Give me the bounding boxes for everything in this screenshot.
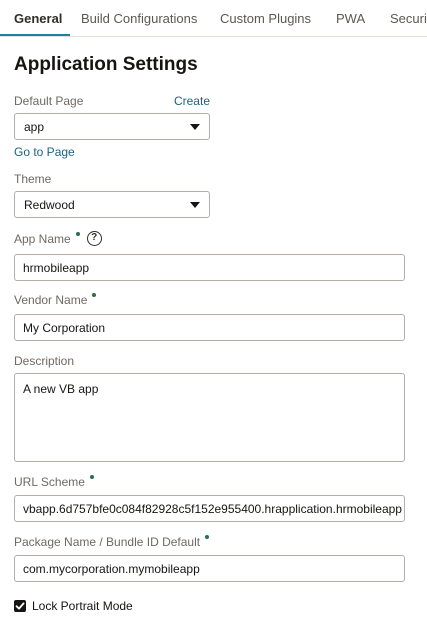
required-indicator-icon (89, 475, 94, 479)
url-scheme-value: vbapp.6d757bfe0c084f82928c5f152e955400.h… (23, 502, 402, 516)
url-scheme-input[interactable]: vbapp.6d757bfe0c084f82928c5f152e955400.h… (14, 495, 405, 522)
chevron-down-icon (190, 124, 200, 130)
description-value: A new VB app (23, 382, 99, 396)
package-name-label: Package Name / Bundle ID Default (14, 535, 210, 549)
checkmark-icon (15, 602, 25, 610)
app-name-label: App Name? (14, 230, 102, 246)
description-textarea[interactable]: A new VB app (14, 373, 405, 462)
tab-build-configurations[interactable]: Build Configurations (81, 11, 197, 26)
vendor-name-label: Vendor Name (14, 293, 97, 307)
go-to-page-link[interactable]: Go to Page (14, 145, 75, 159)
required-indicator-icon (75, 232, 80, 236)
page-title: Application Settings (14, 54, 198, 75)
url-scheme-label-text: URL Scheme (14, 475, 85, 489)
url-scheme-label: URL Scheme (14, 475, 94, 489)
theme-select[interactable]: Redwood (14, 191, 210, 218)
active-tab-indicator (0, 34, 70, 36)
app-name-input[interactable]: hrmobileapp (14, 254, 405, 281)
app-name-label-text: App Name (14, 232, 71, 246)
required-indicator-icon (92, 293, 97, 297)
settings-tab-bar: General Build Configurations Custom Plug… (0, 0, 427, 37)
lock-portrait-checkbox[interactable] (14, 600, 26, 612)
lock-portrait-label[interactable]: Lock Portrait Mode (32, 599, 133, 613)
vendor-name-label-text: Vendor Name (14, 293, 88, 307)
default-page-label: Default Page (14, 94, 84, 108)
vendor-name-input[interactable]: My Corporation (14, 314, 405, 341)
app-name-value: hrmobileapp (23, 261, 90, 275)
default-page-value: app (24, 120, 45, 134)
tab-custom-plugins[interactable]: Custom Plugins (220, 11, 311, 26)
tab-security[interactable]: Security (390, 11, 427, 26)
theme-value: Redwood (24, 198, 75, 212)
chevron-down-icon (190, 202, 200, 208)
tab-pwa[interactable]: PWA (336, 11, 365, 26)
theme-label: Theme (14, 172, 52, 186)
package-name-label-text: Package Name / Bundle ID Default (14, 535, 201, 549)
required-indicator-icon (205, 535, 210, 539)
vendor-name-value: My Corporation (23, 321, 106, 335)
help-icon[interactable]: ? (86, 230, 102, 246)
create-page-link[interactable]: Create (174, 94, 210, 108)
tab-general[interactable]: General (14, 11, 62, 26)
description-label: Description (14, 354, 75, 368)
package-name-value: com.mycorporation.mymobileapp (23, 562, 200, 576)
package-name-input[interactable]: com.mycorporation.mymobileapp (14, 555, 405, 582)
default-page-select[interactable]: app (14, 113, 210, 140)
